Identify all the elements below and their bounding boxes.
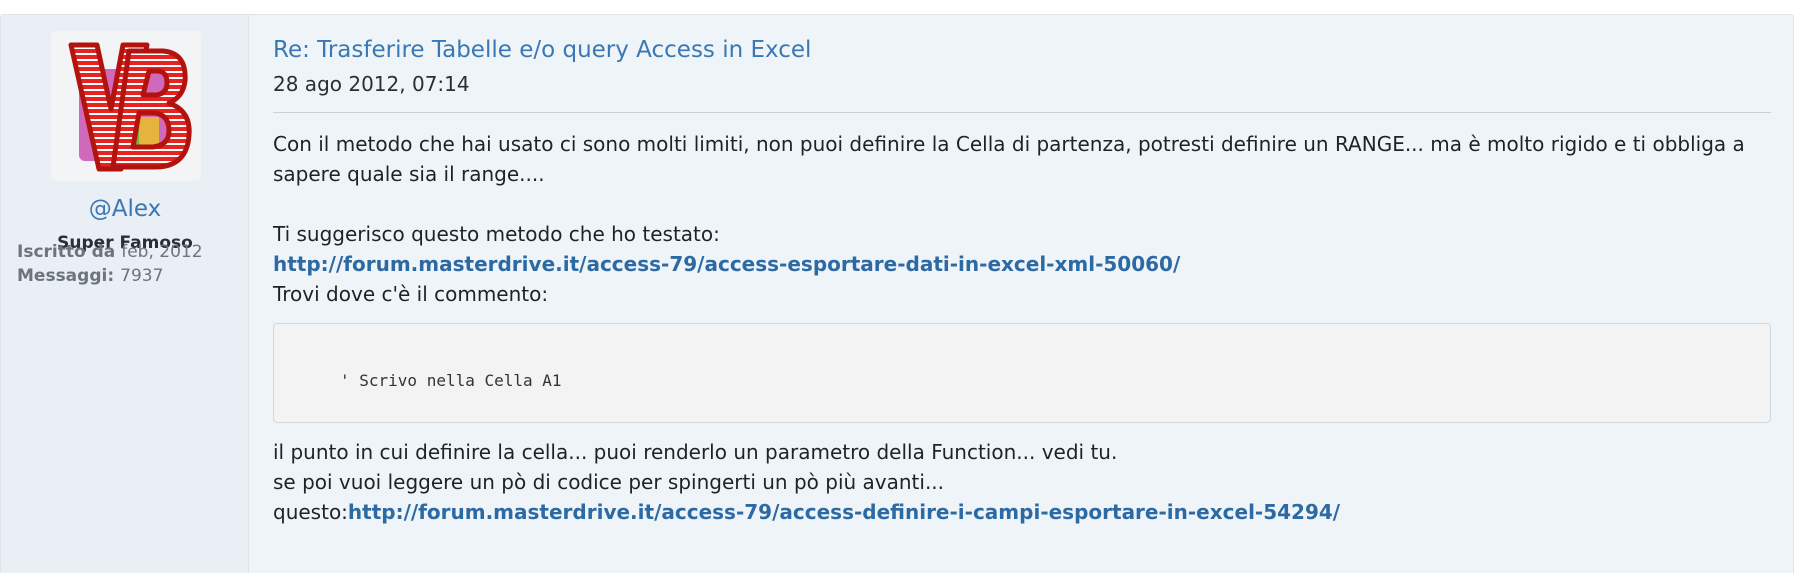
after-code-line-2: se poi vuoi leggere un pò di codice per … <box>273 470 945 494</box>
suggest-text: Ti suggerisco questo metodo che ho testa… <box>273 222 720 246</box>
post-content: Re: Trasferire Tabelle e/o query Access … <box>273 15 1771 573</box>
messages-value: 7937 <box>120 266 164 286</box>
after-code-line-1: il punto in cui definire la cella... puo… <box>273 440 1118 464</box>
link-2-prefix: questo: <box>273 500 348 524</box>
link-define-fields[interactable]: http://forum.masterdrive.it/access-79/ac… <box>348 500 1340 524</box>
paragraph-1-line-1: Con il metodo che hai usato ci sono molt… <box>273 132 1745 156</box>
post-date: 28 ago 2012, 07:14 <box>273 72 470 96</box>
joined-label: Iscritto da <box>17 242 116 262</box>
code-block: ' Scrivo nella Cella A1 <box>273 323 1771 423</box>
vb-logo-icon <box>68 42 192 172</box>
author-username[interactable]: @Alex <box>1 196 249 222</box>
post-body: Con il metodo che hai usato ci sono molt… <box>273 129 1771 527</box>
post-title[interactable]: Re: Trasferire Tabelle e/o query Access … <box>273 37 811 63</box>
forum-post: @Alex Super Famoso Iscritto da feb, 2012 … <box>0 14 1794 573</box>
code-line: ' Scrivo nella Cella A1 <box>340 371 562 390</box>
paragraph-1-line-2: sapere quale sia il range.... <box>273 162 545 186</box>
avatar[interactable] <box>51 31 201 181</box>
link-export-xml[interactable]: http://forum.masterdrive.it/access-79/ac… <box>273 252 1180 276</box>
find-comment-text: Trovi dove c'è il commento: <box>273 282 549 306</box>
author-messages-row: Messaggi: 7937 <box>17 266 163 286</box>
post-author-panel: @Alex Super Famoso Iscritto da feb, 2012 … <box>1 15 249 573</box>
link-2-line: questo:http://forum.masterdrive.it/acces… <box>273 497 1771 527</box>
joined-value: feb, 2012 <box>121 242 203 262</box>
post-divider <box>273 112 1771 113</box>
messages-label: Messaggi: <box>17 266 115 286</box>
author-joined-row: Iscritto da feb, 2012 <box>17 242 203 262</box>
